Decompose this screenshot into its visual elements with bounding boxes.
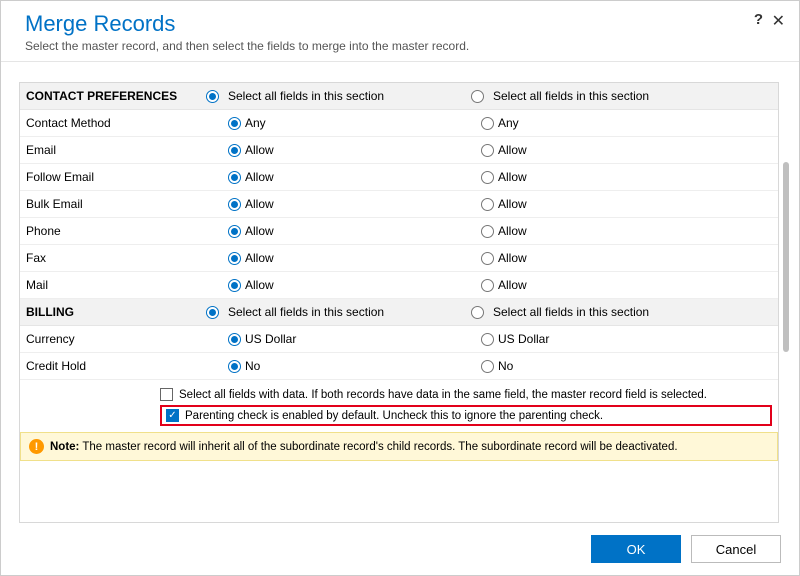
field-label: Fax <box>26 251 206 265</box>
field-value-a: Allow <box>245 278 274 292</box>
field-radio-a[interactable] <box>228 198 241 211</box>
field-value-a: Any <box>245 116 266 130</box>
field-row: Credit Hold No No <box>20 353 778 380</box>
field-value-b: No <box>498 359 513 373</box>
field-value-a: US Dollar <box>245 332 296 346</box>
scroll-thumb[interactable] <box>783 162 789 352</box>
field-value-b: Any <box>498 116 519 130</box>
field-radio-b[interactable] <box>481 117 494 130</box>
field-radio-a[interactable] <box>228 225 241 238</box>
field-radio-a[interactable] <box>228 279 241 292</box>
close-icon[interactable]: ✕ <box>772 11 785 31</box>
parenting-check-label: Parenting check is enabled by default. U… <box>185 410 603 422</box>
field-radio-b[interactable] <box>481 198 494 211</box>
field-label: Mail <box>26 278 206 292</box>
dialog-header: Merge Records Select the master record, … <box>1 1 799 62</box>
field-label: Follow Email <box>26 170 206 184</box>
section-header: BILLING Select all fields in this sectio… <box>20 299 778 326</box>
dialog-subtitle: Select the master record, and then selec… <box>25 39 775 53</box>
field-radio-a[interactable] <box>228 144 241 157</box>
field-row: Currency US Dollar US Dollar <box>20 326 778 353</box>
dialog-title: Merge Records <box>25 11 775 37</box>
field-value-a: No <box>245 359 260 373</box>
field-value-a: Allow <box>245 224 274 238</box>
field-value-b: Allow <box>498 143 527 157</box>
field-row: Follow Email Allow Allow <box>20 164 778 191</box>
field-value-b: Allow <box>498 224 527 238</box>
field-radio-a[interactable] <box>228 171 241 184</box>
field-value-a: Allow <box>245 143 274 157</box>
field-row: Email Allow Allow <box>20 137 778 164</box>
scrollbar[interactable] <box>783 82 789 523</box>
field-radio-a[interactable] <box>228 333 241 346</box>
field-row: Fax Allow Allow <box>20 245 778 272</box>
merge-records-dialog: Merge Records Select the master record, … <box>0 0 800 576</box>
field-radio-b[interactable] <box>481 252 494 265</box>
field-value-a: Allow <box>245 251 274 265</box>
field-row: Contact Method Any Any <box>20 110 778 137</box>
field-radio-b[interactable] <box>481 144 494 157</box>
field-radio-a[interactable] <box>228 252 241 265</box>
ok-button[interactable]: OK <box>591 535 681 563</box>
select-all-section-label: Select all fields in this section <box>493 89 649 103</box>
select-all-data-label: Select all fields with data. If both rec… <box>179 389 707 401</box>
field-row: Bulk Email Allow Allow <box>20 191 778 218</box>
select-all-section-radio-b[interactable] <box>471 306 484 319</box>
field-radio-b[interactable] <box>481 360 494 373</box>
field-value-b: US Dollar <box>498 332 549 346</box>
select-all-section-label: Select all fields in this section <box>493 305 649 319</box>
field-radio-a[interactable] <box>228 117 241 130</box>
field-radio-a[interactable] <box>228 360 241 373</box>
select-all-section-label: Select all fields in this section <box>228 305 384 319</box>
help-icon[interactable]: ? <box>754 11 763 28</box>
field-value-b: Allow <box>498 251 527 265</box>
field-label: Credit Hold <box>26 359 206 373</box>
field-radio-b[interactable] <box>481 225 494 238</box>
field-value-b: Allow <box>498 278 527 292</box>
field-value-a: Allow <box>245 170 274 184</box>
field-label: Contact Method <box>26 116 206 130</box>
select-all-data-checkbox[interactable] <box>160 388 173 401</box>
parenting-check-checkbox[interactable] <box>166 409 179 422</box>
field-radio-b[interactable] <box>481 333 494 346</box>
field-value-a: Allow <box>245 197 274 211</box>
dialog-body: CONTACT PREFERENCES Select all fields in… <box>1 62 799 523</box>
field-radio-b[interactable] <box>481 171 494 184</box>
note-bar: ! Note: The master record will inherit a… <box>20 432 778 461</box>
merge-grid: CONTACT PREFERENCES Select all fields in… <box>19 82 779 523</box>
scroll-track <box>783 82 789 523</box>
field-label: Email <box>26 143 206 157</box>
field-value-b: Allow <box>498 197 527 211</box>
section-header: CONTACT PREFERENCES Select all fields in… <box>20 83 778 110</box>
warning-icon: ! <box>29 439 44 454</box>
footer-checks: Select all fields with data. If both rec… <box>20 380 778 432</box>
section-name: BILLING <box>26 305 206 319</box>
select-all-data-row: Select all fields with data. If both rec… <box>160 386 772 403</box>
select-all-section-radio-a[interactable] <box>206 306 219 319</box>
dialog-footer-buttons: OK Cancel <box>1 523 799 575</box>
cancel-button[interactable]: Cancel <box>691 535 781 563</box>
field-radio-b[interactable] <box>481 279 494 292</box>
note-text: Note: The master record will inherit all… <box>50 441 678 453</box>
field-label: Phone <box>26 224 206 238</box>
field-label: Currency <box>26 332 206 346</box>
field-label: Bulk Email <box>26 197 206 211</box>
parenting-check-highlight: Parenting check is enabled by default. U… <box>160 405 772 426</box>
field-value-b: Allow <box>498 170 527 184</box>
field-row: Mail Allow Allow <box>20 272 778 299</box>
select-all-section-label: Select all fields in this section <box>228 89 384 103</box>
section-name: CONTACT PREFERENCES <box>26 89 206 103</box>
select-all-section-radio-b[interactable] <box>471 90 484 103</box>
select-all-section-radio-a[interactable] <box>206 90 219 103</box>
field-row: Phone Allow Allow <box>20 218 778 245</box>
